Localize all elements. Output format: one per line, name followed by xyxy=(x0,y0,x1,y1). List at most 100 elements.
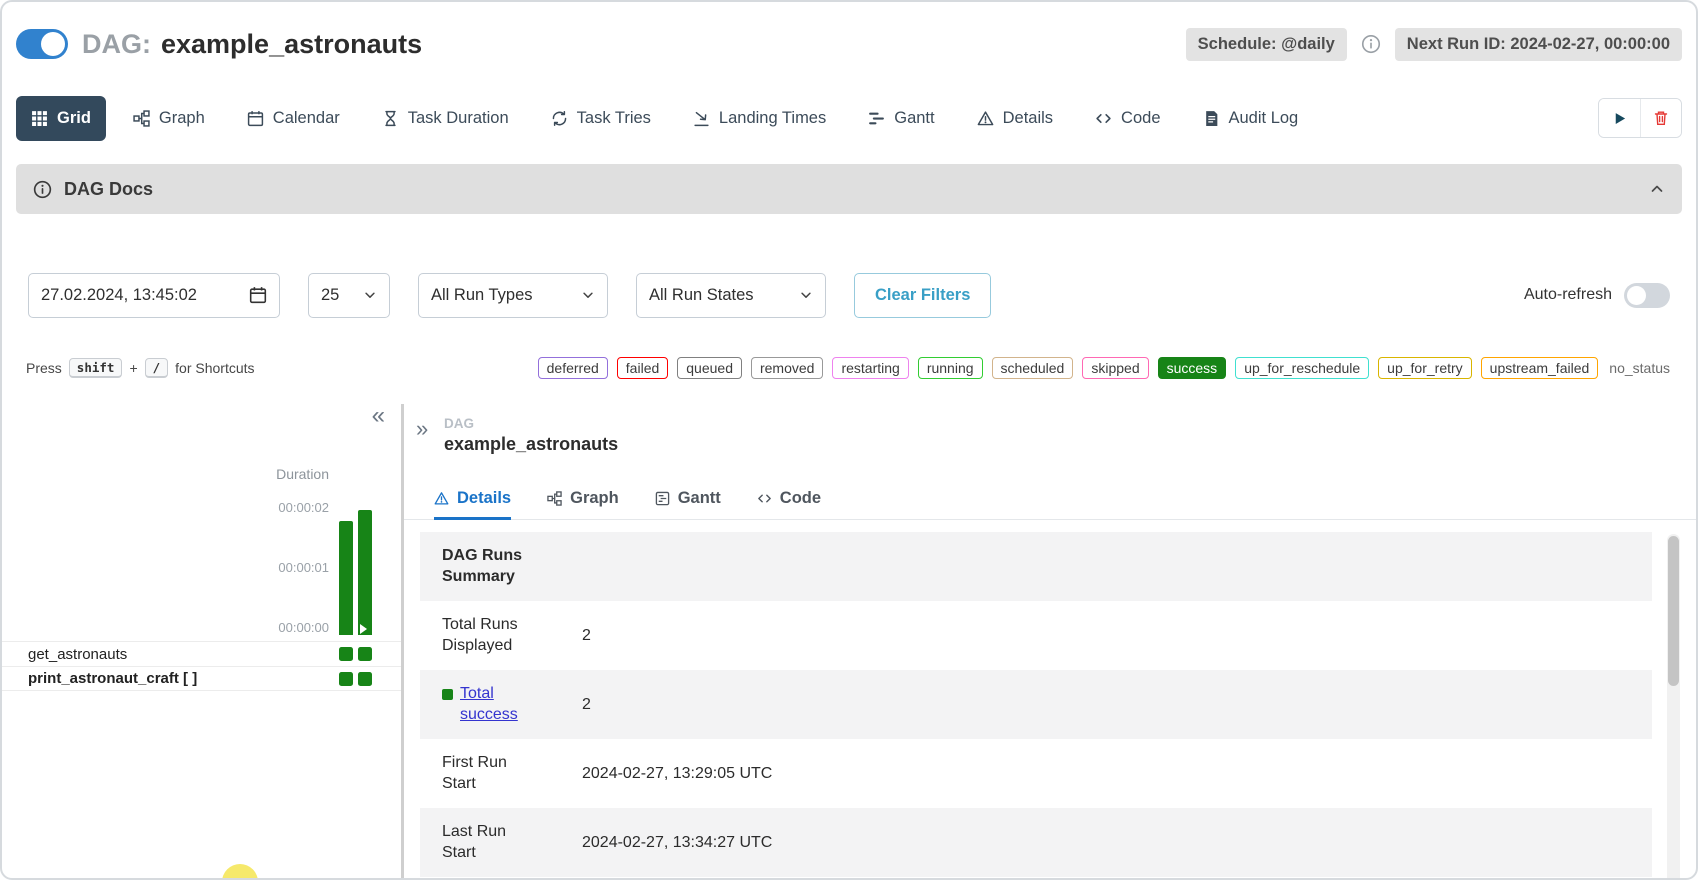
manual-run-icon xyxy=(360,624,367,634)
status-legend: deferred failed queued removed restartin… xyxy=(538,357,1672,379)
collapse-grid-button[interactable]: « xyxy=(372,404,385,428)
status-badge-failed: failed xyxy=(617,357,668,379)
status-badge-up-for-reschedule: up_for_reschedule xyxy=(1235,357,1369,379)
status-badge-restarting: restarting xyxy=(832,357,908,379)
page-title: DAG: example_astronauts xyxy=(82,29,422,60)
dag-docs-bar[interactable]: DAG Docs xyxy=(16,164,1682,214)
tab-label: Details xyxy=(457,489,511,508)
status-badge-success: success xyxy=(1158,357,1227,379)
dag-run-bar[interactable] xyxy=(358,510,372,635)
detail-tab-graph[interactable]: Graph xyxy=(547,478,619,519)
task-row[interactable]: print_astronaut_craft [ ] xyxy=(2,666,401,691)
dag-actions xyxy=(1598,98,1682,138)
double-chevron-right-icon: » xyxy=(416,416,428,441)
dag-runs-summary-table: DAG Runs Summary Total Runs Displayed 2 … xyxy=(420,532,1652,877)
task-name[interactable]: print_astronaut_craft [ ] xyxy=(2,670,197,687)
landing-icon xyxy=(693,110,710,127)
run-types-select[interactable]: All Run Types xyxy=(418,273,608,318)
chevron-down-icon xyxy=(363,288,377,302)
row-label: First Run Start xyxy=(420,753,562,795)
gantt-icon xyxy=(868,110,885,127)
shortcuts-hint: Press shift + / for Shortcuts xyxy=(26,358,255,378)
auto-refresh-toggle[interactable] xyxy=(1624,283,1670,308)
tab-graph[interactable]: Graph xyxy=(118,96,220,141)
task-instance-square[interactable] xyxy=(339,647,353,661)
detail-tab-code[interactable]: Code xyxy=(757,478,821,519)
detail-tab-details[interactable]: Details xyxy=(434,478,511,519)
dag-name: example_astronauts xyxy=(161,29,422,60)
row-label: Last Run Start xyxy=(420,822,562,864)
tab-grid[interactable]: Grid xyxy=(16,96,106,141)
tab-label: Task Tries xyxy=(577,109,651,128)
details-scrollbar[interactable] xyxy=(1667,534,1680,880)
auto-refresh-label: Auto-refresh xyxy=(1524,286,1612,304)
tab-label: Calendar xyxy=(273,109,340,128)
status-badge-queued: queued xyxy=(677,357,742,379)
summary-title: DAG Runs Summary xyxy=(420,546,562,588)
code-icon xyxy=(1095,110,1112,127)
schedule-badge: Schedule: @daily xyxy=(1186,28,1347,61)
toggle-knob xyxy=(41,32,65,56)
shift-key: shift xyxy=(69,358,123,378)
status-badge-deferred: deferred xyxy=(538,357,608,379)
tab-landing-times[interactable]: Landing Times xyxy=(678,96,841,141)
tab-label: Landing Times xyxy=(719,109,826,128)
dag-pause-toggle[interactable] xyxy=(16,29,68,59)
tab-code[interactable]: Code xyxy=(1080,96,1175,141)
info-icon xyxy=(33,180,52,199)
warning-triangle-icon xyxy=(977,110,994,127)
run-types-value: All Run Types xyxy=(431,286,533,305)
tab-task-tries[interactable]: Task Tries xyxy=(536,96,666,141)
tab-details[interactable]: Details xyxy=(962,96,1068,141)
task-list: get_astronauts print_astronaut_craft [ ] xyxy=(2,641,401,691)
task-instance-square[interactable] xyxy=(339,672,353,686)
row-label: Total Runs Displayed xyxy=(420,615,562,657)
tab-label: Graph xyxy=(570,489,619,508)
expand-details-button[interactable]: » xyxy=(416,418,428,440)
duration-axis-label: Duration xyxy=(276,466,329,482)
tab-gantt[interactable]: Gantt xyxy=(853,96,949,141)
row-label: Total success xyxy=(420,684,562,726)
status-badge-removed: removed xyxy=(751,357,823,379)
tab-label: Grid xyxy=(57,109,91,128)
audit-log-icon xyxy=(1203,110,1220,127)
total-success-link[interactable]: Total success xyxy=(460,684,542,726)
table-row: Total Runs Displayed 2 xyxy=(420,601,1652,670)
scrollbar-thumb[interactable] xyxy=(1668,536,1679,686)
row-value: 2024-02-27, 13:34:27 UTC xyxy=(562,834,772,852)
task-instance-square[interactable] xyxy=(358,647,372,661)
tab-calendar[interactable]: Calendar xyxy=(232,96,355,141)
detail-tabs: Details Graph Gantt Code xyxy=(404,478,1696,520)
tab-audit-log[interactable]: Audit Log xyxy=(1188,96,1314,141)
clear-filters-button[interactable]: Clear Filters xyxy=(854,273,991,318)
base-date-input[interactable]: 27.02.2024, 13:45:02 xyxy=(28,273,280,318)
schedule-info-button[interactable] xyxy=(1361,34,1381,54)
status-badge-skipped: skipped xyxy=(1082,357,1148,379)
table-header-row: DAG Runs Summary xyxy=(420,532,1652,601)
task-instance-square[interactable] xyxy=(358,672,372,686)
code-icon xyxy=(757,491,772,506)
tab-label: Code xyxy=(1121,109,1160,128)
detail-tab-gantt[interactable]: Gantt xyxy=(655,478,721,519)
info-icon xyxy=(1361,34,1381,54)
next-run-badge: Next Run ID: 2024-02-27, 00:00:00 xyxy=(1395,28,1682,61)
num-runs-select[interactable]: 25 xyxy=(308,273,390,318)
chevron-down-icon xyxy=(581,288,595,302)
trigger-dag-button[interactable] xyxy=(1599,99,1640,137)
num-runs-value: 25 xyxy=(321,286,339,305)
table-row: Last Run Start 2024-02-27, 13:34:27 UTC xyxy=(420,808,1652,877)
delete-dag-button[interactable] xyxy=(1640,99,1681,137)
y-axis-tick: 00:00:00 xyxy=(278,620,329,635)
warning-triangle-icon xyxy=(434,491,449,506)
tab-task-duration[interactable]: Task Duration xyxy=(367,96,524,141)
task-name[interactable]: get_astronauts xyxy=(2,646,127,663)
shortcuts-press: Press xyxy=(26,360,62,376)
task-row[interactable]: get_astronauts xyxy=(2,641,401,666)
grid-icon xyxy=(31,110,48,127)
dag-run-bar[interactable] xyxy=(339,521,353,635)
status-badge-no-status: no_status xyxy=(1607,358,1672,378)
collapse-docs-button[interactable] xyxy=(1649,181,1665,197)
details-panel: » DAG example_astronauts Details Graph G… xyxy=(404,404,1696,880)
run-states-select[interactable]: All Run States xyxy=(636,273,826,318)
shortcuts-plus: + xyxy=(129,360,137,376)
